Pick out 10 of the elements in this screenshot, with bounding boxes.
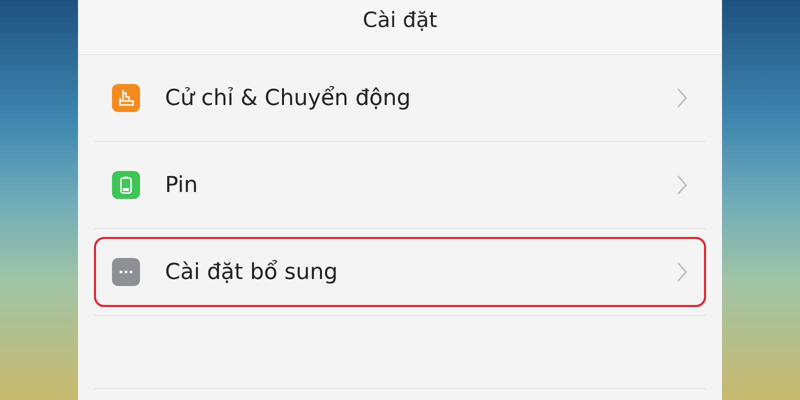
settings-item[interactable]: Pin: [94, 150, 706, 220]
hand-icon: [112, 84, 140, 112]
chevron-icon: [676, 87, 688, 109]
chevron-icon: [676, 261, 688, 283]
settings-item[interactable]: Cài đặt bổ sung: [94, 237, 706, 307]
screen-title: Cài đặt: [362, 8, 438, 32]
settings-item[interactable]: Cử chỉ & Chuyển động: [94, 63, 706, 133]
battery-icon: [112, 171, 140, 199]
more-icon: [112, 258, 140, 286]
chevron-icon: [676, 174, 688, 196]
